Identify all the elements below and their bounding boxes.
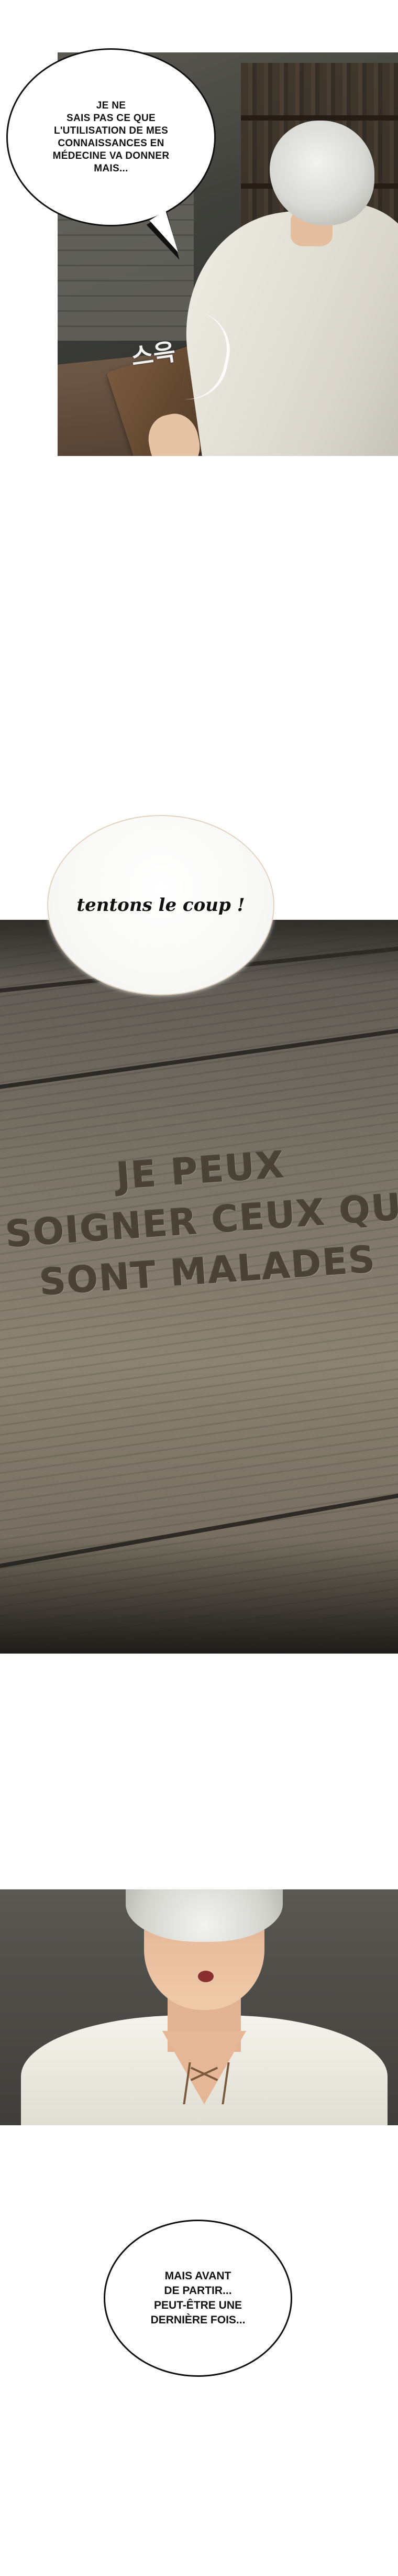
sound-effect: 스윽 <box>129 337 178 372</box>
shadow-bottom <box>0 1538 398 1654</box>
speech-bubble-1: JE NE SAIS PAS CE QUE L'UTILISATION DE M… <box>6 48 216 226</box>
speech-bubble-3: MAIS AVANT DE PARTIR... PEUT-ÊTRE UNE DE… <box>104 2220 292 2377</box>
speech-bubble-3-text: MAIS AVANT DE PARTIR... PEUT-ÊTRE UNE DE… <box>150 2270 246 2326</box>
shirt-lace <box>183 2062 230 2104</box>
carved-text: JE PEUX SOIGNER CEUX QUI SONT MALADES <box>1 1132 398 1310</box>
shelf-row <box>241 115 398 121</box>
thought-bubble-text: tentons le coup ! <box>76 895 245 916</box>
character-mouth <box>198 1971 214 1982</box>
panel-table-carving: JE PEUX SOIGNER CEUX QUI SONT MALADES <box>0 920 398 1654</box>
panel-character-closeup <box>0 1889 398 2125</box>
thought-bubble: tentons le coup ! <box>47 815 274 995</box>
speech-bubble-1-text: JE NE SAIS PAS CE QUE L'UTILISATION DE M… <box>52 100 170 174</box>
plank-gap <box>0 1025 398 1092</box>
